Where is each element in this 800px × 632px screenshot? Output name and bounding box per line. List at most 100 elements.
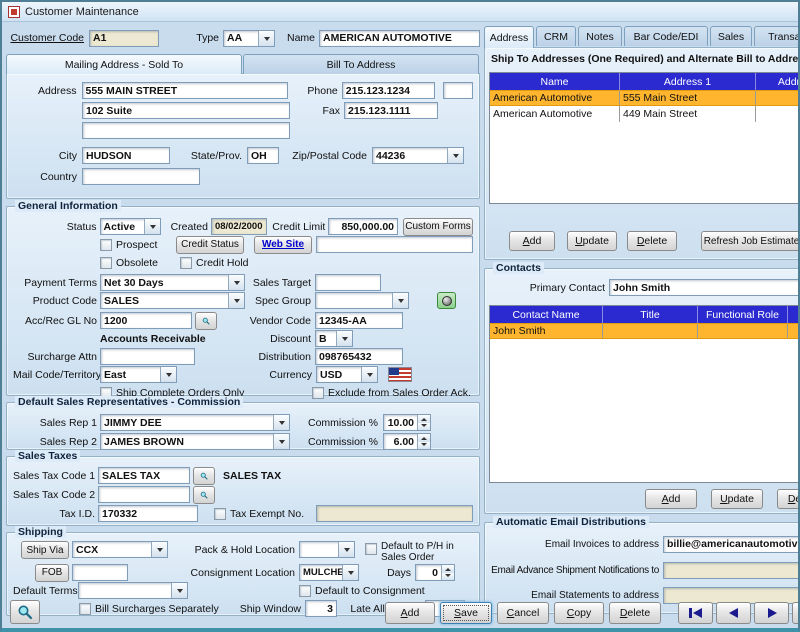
- sales-rep1-dropdown[interactable]: JIMMY DEE: [100, 414, 290, 431]
- accrec-search-button[interactable]: [195, 312, 217, 330]
- country-field[interactable]: [82, 168, 200, 185]
- status-dropdown[interactable]: Active: [100, 218, 162, 235]
- copy-button[interactable]: Copy: [554, 602, 604, 624]
- stepper-arrows-icon[interactable]: [417, 434, 430, 449]
- credit-hold-checkbox[interactable]: [180, 257, 192, 269]
- tab-notes[interactable]: Notes: [578, 26, 622, 46]
- column-header[interactable]: Name: [490, 73, 620, 90]
- distribution-field[interactable]: 098765432: [315, 348, 403, 365]
- cancel-button[interactable]: Cancel: [497, 602, 549, 624]
- consignment-dropdown[interactable]: MULCHES: [299, 564, 359, 581]
- mail-code-dropdown[interactable]: East: [100, 366, 177, 383]
- pack-hold-dropdown[interactable]: [299, 541, 355, 558]
- fob-field[interactable]: [72, 564, 128, 581]
- state-field[interactable]: OH: [247, 147, 279, 164]
- ship-to-update-button[interactable]: Update: [567, 231, 617, 251]
- tax-code2-field[interactable]: [98, 486, 190, 503]
- phone-field[interactable]: 215.123.1234: [342, 82, 435, 99]
- table-row[interactable]: John Smith: [490, 323, 800, 339]
- stepper-arrows-icon[interactable]: [417, 415, 430, 430]
- column-header[interactable]: Address 2: [756, 73, 800, 90]
- last-record-button[interactable]: [792, 602, 800, 624]
- fob-button[interactable]: FOB: [35, 564, 69, 582]
- obsolete-checkbox[interactable]: [100, 257, 112, 269]
- tab-mailing-address[interactable]: Mailing Address - Sold To: [6, 54, 242, 74]
- customer-code-field[interactable]: A1: [89, 30, 159, 47]
- stepper-arrows-icon[interactable]: [441, 565, 454, 580]
- city-field[interactable]: HUDSON: [82, 147, 170, 164]
- column-header[interactable]: Title: [603, 306, 698, 323]
- discount-dropdown[interactable]: B: [315, 330, 353, 347]
- first-record-button[interactable]: [678, 602, 713, 624]
- next-record-button[interactable]: [754, 602, 789, 624]
- column-header[interactable]: Contact Name: [490, 306, 603, 323]
- fax-field[interactable]: 215.123.1111: [344, 102, 438, 119]
- email-invoices-field[interactable]: billie@americanautomotive.com: [663, 536, 800, 553]
- sales-rep2-dropdown[interactable]: JAMES BROWN: [100, 433, 290, 450]
- add-button[interactable]: Add: [385, 602, 435, 624]
- accrec-gl-field[interactable]: 1200: [100, 312, 192, 329]
- tab-bar-code-edi[interactable]: Bar Code/EDI: [624, 26, 708, 46]
- commission1-stepper[interactable]: 10.00: [383, 414, 431, 431]
- column-header[interactable]: Functional Role: [698, 306, 788, 323]
- contacts-add-button[interactable]: Add: [645, 489, 697, 509]
- spec-group-dropdown[interactable]: [315, 292, 409, 309]
- ship-to-delete-button[interactable]: Delete: [627, 231, 677, 251]
- ship-to-add-button[interactable]: Add: [509, 231, 555, 251]
- product-code-dropdown[interactable]: SALES: [100, 292, 245, 309]
- tax-code1-field[interactable]: SALES TAX: [98, 467, 190, 484]
- tab-address[interactable]: Address: [484, 26, 534, 48]
- ship-via-dropdown[interactable]: CCX: [72, 541, 168, 558]
- tab-crm[interactable]: CRM: [536, 26, 576, 46]
- tax-code1-search-button[interactable]: [193, 467, 215, 485]
- name-field[interactable]: AMERICAN AUTOMOTIVE: [319, 30, 480, 47]
- zip-dropdown[interactable]: 44236: [372, 147, 464, 164]
- column-header[interactable]: D: [788, 306, 800, 323]
- ship-via-button[interactable]: Ship Via: [21, 541, 69, 559]
- default-ph-checkbox[interactable]: [365, 543, 377, 555]
- column-header[interactable]: Address 1: [620, 73, 756, 90]
- refresh-job-estimates-button[interactable]: Refresh Job Estimates: [701, 231, 800, 251]
- save-button[interactable]: Save: [440, 602, 492, 624]
- web-site-field[interactable]: [316, 236, 473, 253]
- surcharge-attn-field[interactable]: [100, 348, 195, 365]
- prospect-checkbox[interactable]: [100, 239, 112, 251]
- table-row[interactable]: American Automotive 555 Main Street: [490, 90, 800, 106]
- tax-exempt-checkbox[interactable]: [214, 508, 226, 520]
- phone-ext-field[interactable]: [443, 82, 473, 99]
- tab-sales[interactable]: Sales: [710, 26, 752, 46]
- days-stepper[interactable]: 0: [415, 564, 455, 581]
- ship-to-table[interactable]: Name Address 1 Address 2 American Automo…: [489, 72, 800, 204]
- vendor-code-field[interactable]: 12345-AA: [315, 312, 403, 329]
- type-dropdown[interactable]: AA: [223, 30, 275, 47]
- customer-code-label[interactable]: Customer Code: [6, 32, 84, 44]
- delete-button[interactable]: Delete: [609, 602, 661, 624]
- tax-code2-search-button[interactable]: [193, 486, 215, 504]
- sales-target-field[interactable]: [315, 274, 381, 291]
- commission2-stepper[interactable]: 6.00: [383, 433, 431, 450]
- footer-search-button[interactable]: [10, 600, 40, 624]
- custom-forms-button[interactable]: Custom Forms: [403, 218, 473, 236]
- web-site-button[interactable]: Web Site: [254, 236, 312, 254]
- credit-limit-field[interactable]: 850,000.00: [328, 218, 398, 235]
- address-line1-field[interactable]: 555 MAIN STREET: [82, 82, 289, 99]
- contacts-table[interactable]: Contact Name Title Functional Role D Joh…: [489, 305, 800, 483]
- payment-terms-dropdown[interactable]: Net 30 Days: [100, 274, 245, 291]
- contacts-update-button[interactable]: Update: [711, 489, 763, 509]
- previous-record-button[interactable]: [716, 602, 751, 624]
- exclude-ack-checkbox[interactable]: [312, 387, 324, 399]
- contacts-delete-button[interactable]: Delete: [777, 489, 800, 509]
- currency-dropdown[interactable]: USD: [316, 366, 378, 383]
- tab-transactions[interactable]: Transactions: [754, 26, 800, 46]
- tax-id-field[interactable]: 170332: [98, 505, 198, 522]
- default-terms-dropdown[interactable]: [78, 582, 188, 599]
- address-line3-field[interactable]: [82, 122, 290, 139]
- address-line2-field[interactable]: 102 Suite: [82, 102, 290, 119]
- tax-exempt-field[interactable]: [316, 505, 473, 522]
- camera-button[interactable]: [437, 292, 456, 309]
- table-row[interactable]: American Automotive 449 Main Street: [490, 106, 800, 122]
- primary-contact-field[interactable]: John Smith: [609, 279, 800, 296]
- credit-status-button[interactable]: Credit Status: [176, 236, 244, 254]
- tab-bill-to-address[interactable]: Bill To Address: [243, 54, 479, 74]
- email-asn-field[interactable]: [663, 562, 800, 579]
